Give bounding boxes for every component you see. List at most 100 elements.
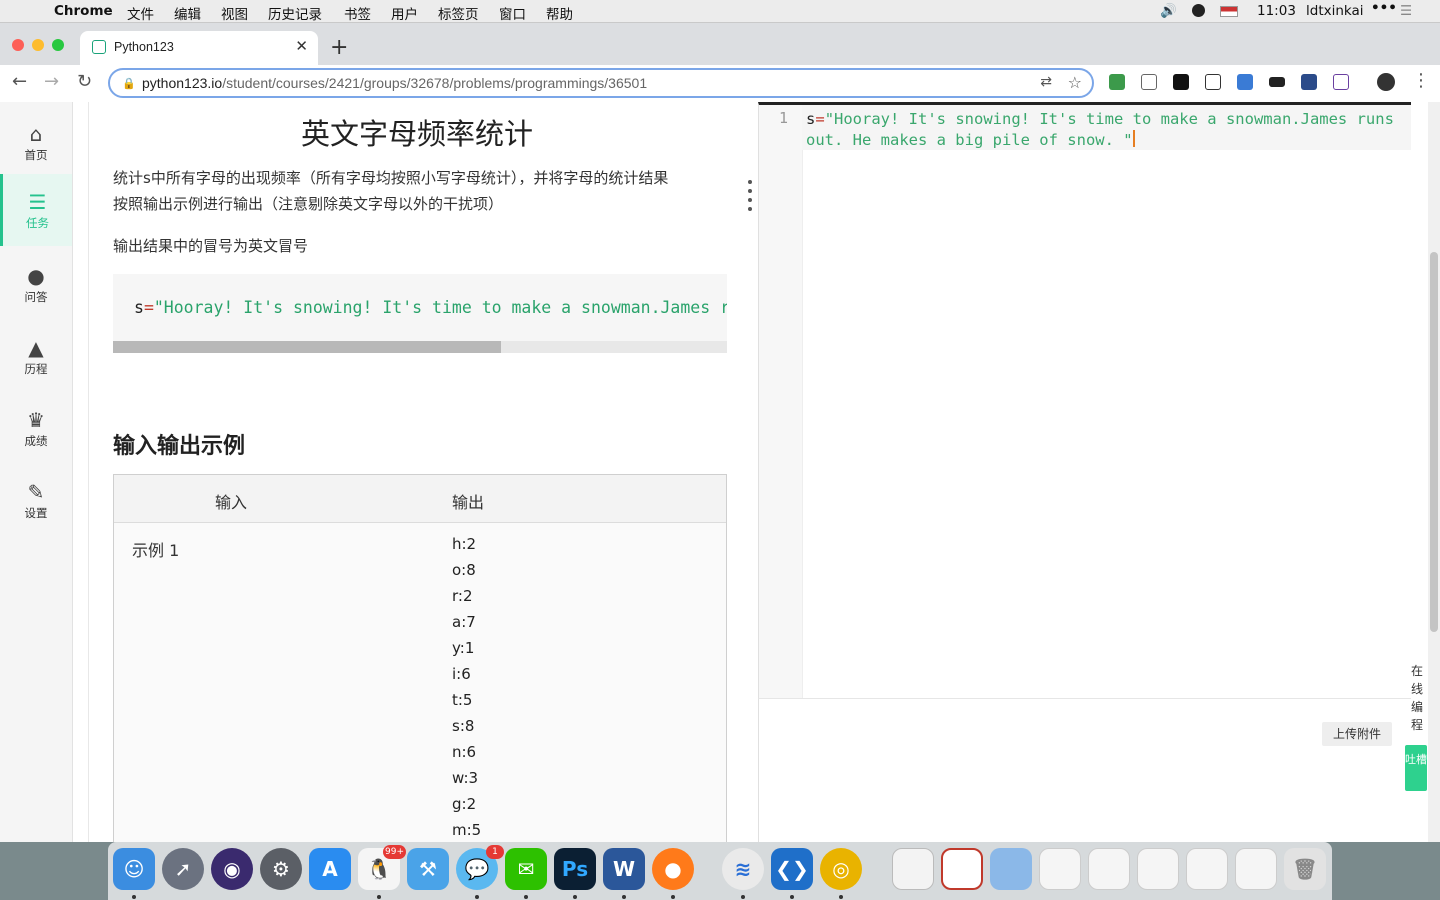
pdf-document-icon[interactable] (941, 848, 983, 890)
chrome-menu-icon[interactable]: ⋮ (1412, 70, 1430, 91)
example-label: 示例 1 (132, 541, 180, 560)
menu-help[interactable]: 帮助 (546, 3, 573, 23)
extension-mask-icon[interactable] (1269, 77, 1285, 87)
menu-people[interactable]: 用户 (391, 3, 418, 23)
minimize-window-button[interactable] (32, 39, 44, 51)
profile-avatar-icon[interactable] (1377, 73, 1395, 91)
siri-icon[interactable]: ◉ (211, 848, 253, 890)
left-sidebar: ⌂ 首页 ☰ 任务 ● 问答 ▲ 历程 ♛ 成绩 ✎ 设置 (0, 102, 73, 842)
extension-green-icon[interactable] (1109, 74, 1125, 90)
photoshop-icon[interactable]: Ps (554, 848, 596, 890)
problem-title: 英文字母频率统计 (300, 117, 533, 151)
firefox-window-thumbnail-icon[interactable] (1235, 848, 1277, 890)
sidebar-item-tasks[interactable]: ☰ 任务 (0, 174, 72, 246)
firefox-window-thumbnail-icon[interactable] (1039, 848, 1081, 890)
zoom-window-button[interactable] (52, 39, 64, 51)
messages-icon[interactable]: 💬 1 (456, 845, 504, 890)
code-horizontal-scrollbar[interactable] (113, 341, 727, 353)
clock[interactable]: 11:03 (1257, 3, 1296, 19)
sidebar-item-label: 首页 (24, 148, 48, 162)
word-icon[interactable]: W (603, 848, 645, 890)
launchpad-icon[interactable]: ➚ (162, 848, 204, 890)
header-input: 输入 (215, 493, 248, 512)
feedback-tab[interactable]: 吐槽 (1405, 745, 1427, 791)
close-tab-icon[interactable]: ✕ (295, 37, 308, 55)
user-name[interactable]: ldtxinkai (1306, 3, 1364, 19)
output-line: s:8 (452, 717, 475, 735)
examples-heading: 输入输出示例 (113, 434, 246, 459)
close-window-button[interactable] (12, 39, 24, 51)
system-preferences-icon[interactable]: ⚙ (260, 848, 302, 890)
wrench-icon: ✎ (27, 480, 45, 504)
editor-footer (758, 698, 1411, 842)
extension-cube-icon[interactable] (1333, 74, 1349, 90)
sidebar-item-label: 历程 (24, 362, 48, 376)
reload-icon[interactable]: ↻ (77, 71, 92, 92)
menu-history[interactable]: 历史记录 (268, 3, 322, 23)
extension-v-icon[interactable] (1173, 74, 1189, 90)
menu-bookmarks[interactable]: 书签 (344, 3, 371, 23)
menu-tabs[interactable]: 标签页 (438, 3, 479, 23)
menu-edit[interactable]: 编辑 (174, 3, 201, 23)
new-tab-button[interactable]: + (330, 35, 348, 60)
finder-icon[interactable]: ☺ (113, 848, 155, 890)
online-coding-label[interactable]: 在线编程 (1408, 662, 1426, 734)
extension-page-icon[interactable] (1141, 74, 1157, 90)
sidebar-item-home[interactable]: ⌂ 首页 (0, 106, 72, 172)
app-store-icon[interactable]: A (309, 848, 351, 890)
chrome-icon[interactable]: ◎ (820, 848, 862, 890)
upload-attachment-button[interactable]: 上传附件 (1322, 722, 1392, 746)
folder-icon[interactable] (990, 848, 1032, 890)
page-scrollbar[interactable] (1428, 102, 1440, 842)
chrome-window-thumbnail-icon[interactable] (1137, 848, 1179, 890)
more-icon[interactable]: ••• (1371, 0, 1397, 16)
document-icon[interactable] (892, 848, 934, 890)
xcode-icon[interactable]: ⚒ (407, 848, 449, 890)
address-bar[interactable]: 🔒 python123.io/student/courses/2421/grou… (108, 68, 1094, 98)
wifi-tool-icon[interactable]: ≋ (722, 848, 764, 890)
menu-file[interactable]: 文件 (127, 3, 154, 23)
code-var: s (134, 298, 144, 317)
menu-view[interactable]: 视图 (221, 3, 248, 23)
trophy-icon: ♛ (27, 408, 45, 432)
editor-code[interactable]: s="Hooray! It's snowing! It's time to ma… (806, 109, 1396, 151)
code-operator: = (143, 298, 154, 317)
extension-save-icon[interactable] (1301, 74, 1317, 90)
output-line: i:6 (452, 665, 471, 683)
back-icon[interactable]: ← (12, 71, 27, 92)
vscode-icon[interactable]: ❮❯ (771, 848, 813, 890)
menu-window[interactable]: 窗口 (499, 3, 526, 23)
trash-icon[interactable]: 🗑 (1284, 848, 1326, 890)
chrome-window-thumbnail-icon[interactable] (1186, 848, 1228, 890)
qq-icon[interactable]: 🐧 99+ (358, 845, 406, 890)
volume-icon[interactable]: 🔊 (1160, 3, 1177, 19)
sidebar-item-history[interactable]: ▲ 历程 (0, 320, 72, 386)
wechat-icon[interactable]: ✉ (505, 848, 547, 890)
mac-dock: ☺ ➚ ◉ ⚙ A 🐧 99+ ⚒ 💬 1 ✉ Ps W ● ≋ ❮❯ ◎ 🗑 (108, 842, 1332, 900)
forward-icon[interactable]: → (44, 71, 59, 92)
status-app-icon[interactable] (1192, 4, 1205, 17)
messages-badge: 1 (486, 845, 504, 859)
translate-icon[interactable]: ⇄ (1040, 74, 1052, 90)
code-editor[interactable]: 1 s="Hooray! It's snowing! It's time to … (758, 102, 1411, 698)
panel-resize-handle[interactable] (748, 180, 754, 216)
lock-icon[interactable]: 🔒 (122, 77, 136, 90)
us-flag-icon[interactable] (1220, 6, 1238, 17)
sidebar-item-grades[interactable]: ♛ 成绩 (0, 392, 72, 458)
header-output: 输出 (452, 493, 485, 512)
sidebar-item-settings[interactable]: ✎ 设置 (0, 464, 72, 530)
bookmark-star-icon[interactable]: ☆ (1068, 73, 1082, 92)
firefox-icon[interactable]: ● (652, 848, 694, 890)
firefox-window-thumbnail-icon[interactable] (1088, 848, 1130, 890)
tab-title: Python123 (114, 40, 174, 54)
qq-badge: 99+ (383, 845, 406, 859)
tasks-icon: ☰ (28, 190, 47, 214)
sidebar-item-qa[interactable]: ● 问答 (0, 248, 72, 314)
extension-json-icon[interactable] (1205, 74, 1221, 90)
scrollbar-thumb[interactable] (1430, 252, 1438, 632)
browser-tab[interactable]: Python123 ✕ (80, 31, 318, 65)
menu-app-name[interactable]: Chrome (54, 3, 113, 19)
extension-blue-icon[interactable] (1237, 74, 1253, 90)
scrollbar-thumb[interactable] (113, 341, 501, 353)
notification-center-icon[interactable]: ☰ (1400, 3, 1412, 19)
